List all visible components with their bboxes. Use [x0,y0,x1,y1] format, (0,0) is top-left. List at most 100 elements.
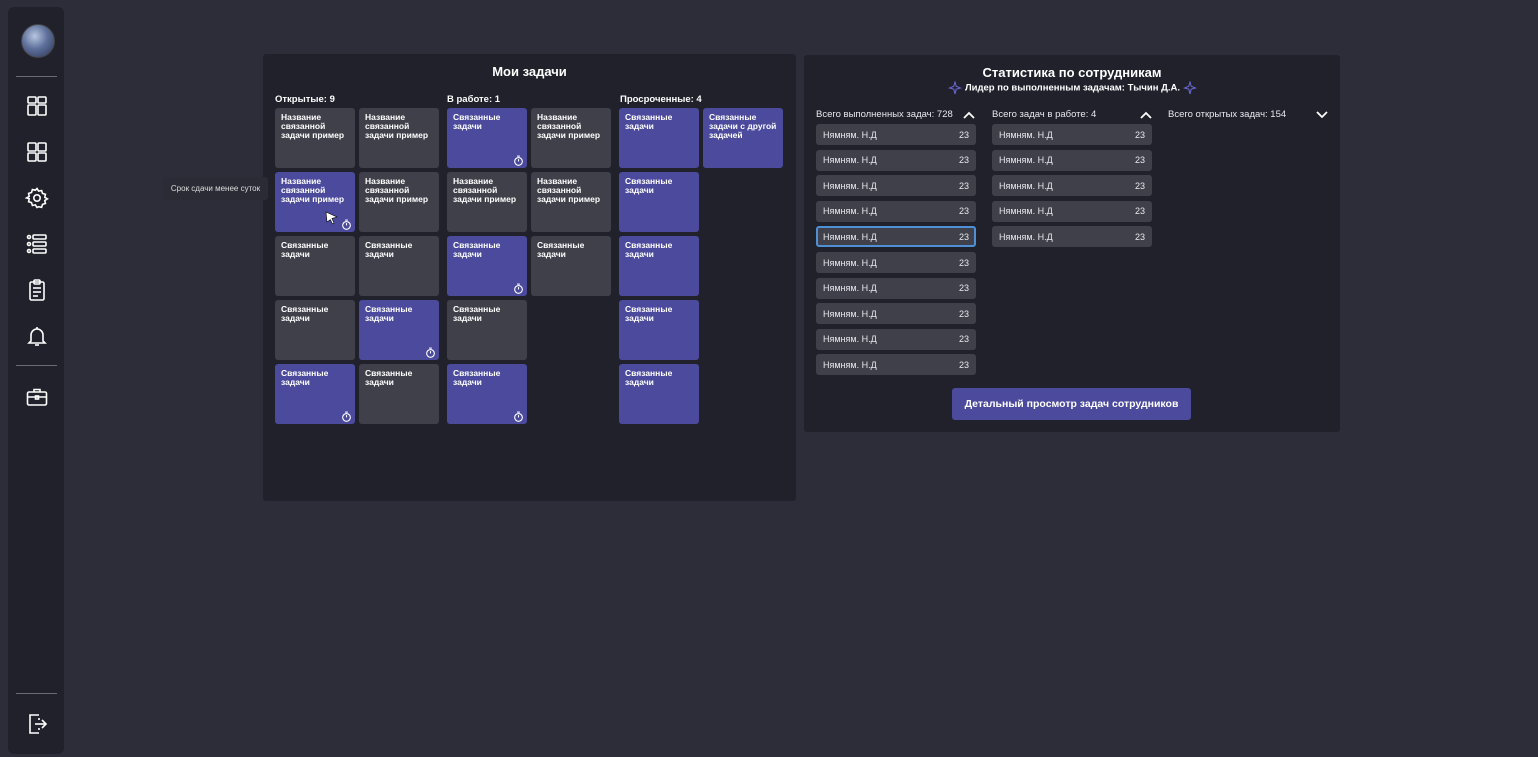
task-card-title: Название связанной задачи пример [453,176,517,204]
employee-row[interactable]: Нямням. Н.Д 23 [992,175,1152,197]
task-card-title: Связанные задачи [625,176,673,195]
employee-name: Нямням. Н.Д [999,180,1053,191]
task-card-title: Связанные задачи [625,240,673,259]
employee-row[interactable]: Нямням. Н.Д 23 [992,124,1152,145]
employee-name: Нямням. Н.Д [823,334,877,345]
clipboard-icon[interactable] [24,277,50,303]
chevron-up-icon[interactable] [1139,110,1153,120]
task-card-title: Связанные задачи [453,304,501,323]
employee-row[interactable]: Нямням. Н.Д 23 [816,277,976,299]
bell-icon[interactable] [24,323,50,349]
task-card[interactable]: Связанные задачи [619,236,699,296]
open-tasks-stat-heading: Всего открытых задач: 154 [1168,109,1287,120]
employee-name: Нямням. Н.Д [823,155,877,166]
cursor-icon [325,211,338,225]
task-card-title: Связанные задачи [453,112,501,131]
employee-row[interactable]: Нямням. Н.Д 23 [992,226,1152,248]
task-card[interactable]: Название связанной задачи пример [275,172,355,232]
task-card[interactable]: Связанные задачи [619,300,699,360]
list-icon[interactable] [24,231,50,257]
task-card[interactable]: Название связанной задачи пример [359,108,439,168]
employee-row[interactable]: Нямням. Н.Д 23 [816,124,976,145]
task-card-title: Связанные задачи [453,368,501,387]
briefcase-icon[interactable] [24,384,50,410]
task-card[interactable]: Связанные задачи [531,236,611,296]
task-card[interactable]: Связанные задачи с другой задачей [703,108,783,168]
task-card-title: Связанные задачи [625,112,673,131]
employee-name: Нямням. Н.Д [999,206,1053,217]
stats-title: Статистика по сотрудникам [982,65,1162,80]
employee-count: 23 [1134,129,1145,140]
task-card-title: Связанные задачи с другой задачей [709,112,777,140]
task-card[interactable]: Название связанной задачи пример [359,172,439,232]
employee-row[interactable]: Нямням. Н.Д 23 [816,149,976,171]
logout-icon[interactable] [24,711,50,737]
task-card[interactable]: Связанные задачи [275,364,355,424]
task-card[interactable]: Связанные задачи [619,108,699,168]
task-card[interactable]: Связанные задачи [359,300,439,360]
task-card-title: Связанные задачи [281,304,329,323]
sidebar [8,7,64,754]
my-tasks-title: Мои задачи [492,64,567,79]
task-card[interactable]: Связанные задачи [447,300,527,360]
inwork-tasks-heading: Всего задач в работе: 4 [992,109,1097,120]
task-card[interactable]: Связанные задачи [619,364,699,424]
task-card[interactable]: Связанные задачи [619,172,699,232]
employee-name: Нямням. Н.Д [823,129,877,140]
employee-row[interactable]: Нямням. Н.Д 23 [816,226,976,248]
grid-icon[interactable] [24,139,50,165]
task-card[interactable]: Связанные задачи [447,364,527,424]
task-card[interactable]: Связанные задачи [359,236,439,296]
task-card-title: Связанные задачи [625,368,673,387]
task-card[interactable]: Связанные задачи [275,300,355,360]
employee-row[interactable]: Нямням. Н.Д 23 [816,252,976,273]
settings-icon[interactable] [24,185,50,211]
sidebar-divider [16,693,57,694]
employee-count: 23 [958,359,969,370]
employee-name: Нямням. Н.Д [823,257,877,268]
employee-row[interactable]: Нямням. Н.Д 23 [816,354,976,376]
employee-name: Нямням. Н.Д [823,359,877,370]
deadline-tooltip: Срок сдачи менее суток [163,177,268,200]
task-card[interactable]: Связанные задачи [275,236,355,296]
chevron-down-icon[interactable] [1315,110,1329,120]
employee-count: 23 [958,283,969,294]
task-card-title: Название связанной задачи пример [537,176,601,204]
employee-row[interactable]: Нямням. Н.Д 23 [816,303,976,325]
timer-icon [513,155,524,166]
sparkle-icon [1182,81,1197,95]
overdue-tasks-heading: Просроченные: 4 [620,94,702,105]
task-card-title: Название связанной задачи пример [365,176,429,204]
sidebar-divider [16,365,57,366]
task-card[interactable]: Название связанной задачи пример [447,172,527,232]
employee-row[interactable]: Нямням. Н.Д 23 [816,328,976,350]
inprogress-tasks-heading: В работе: 1 [447,94,501,105]
task-card[interactable]: Название связанной задачи пример [531,108,611,168]
dashboard-icon[interactable] [24,93,50,119]
employee-row[interactable]: Нямням. Н.Д 23 [816,200,976,222]
avatar[interactable] [21,24,55,58]
employee-name: Нямням. Н.Д [999,129,1053,140]
task-card[interactable]: Связанные задачи [359,364,439,424]
timer-icon [513,411,524,422]
employee-name: Нямням. Н.Д [823,206,877,217]
chevron-up-icon[interactable] [962,110,976,120]
open-tasks-heading: Открытые: 9 [275,94,335,105]
task-card-title: Связанные задачи [453,240,501,259]
task-card[interactable]: Связанные задачи [447,108,527,168]
task-card[interactable]: Название связанной задачи пример [531,172,611,232]
task-card-title: Название связанной задачи пример [281,112,345,140]
task-card[interactable]: Связанные задачи [447,236,527,296]
employee-row[interactable]: Нямням. Н.Д 23 [992,149,1152,171]
task-card[interactable]: Название связанной задачи пример [275,108,355,168]
task-card-title: Связанные задачи [625,304,673,323]
timer-icon [425,347,436,358]
employee-row[interactable]: Нямням. Н.Д 23 [992,200,1152,222]
employee-count: 23 [1134,155,1145,166]
employee-row[interactable]: Нямням. Н.Д 23 [816,175,976,197]
detail-view-button[interactable]: Детальный просмотр задач сотрудников [952,388,1191,420]
employee-name: Нямням. Н.Д [823,308,877,319]
employee-count: 23 [958,180,969,191]
task-card-title: Связанные задачи [365,240,413,259]
employee-count: 23 [1134,206,1145,217]
